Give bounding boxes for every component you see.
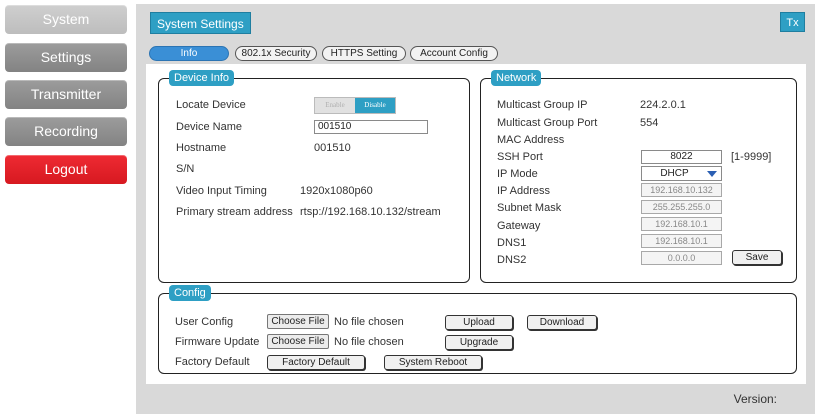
tab-account-config[interactable]: Account Config (410, 46, 498, 61)
nav-settings-button[interactable]: Settings (5, 43, 127, 72)
gateway-input[interactable]: 192.168.10.1 (641, 217, 722, 231)
dns2-label: DNS2 (497, 254, 527, 266)
ip-mode-select[interactable]: DHCP (641, 166, 722, 181)
tab-https-setting[interactable]: HTTPS Setting (322, 46, 406, 61)
firmware-choose-file-button[interactable]: Choose File (267, 334, 329, 349)
mac-address-label: MAC Address (497, 134, 565, 146)
ssh-port-range: [1-9999] (731, 151, 772, 163)
multicast-port-value: 554 (640, 117, 659, 129)
subnet-mask-input[interactable]: 255.255.255.0 (641, 200, 722, 214)
stream-address-value: rtsp://192.168.10.132/stream (300, 206, 441, 218)
factory-default-label: Factory Default (175, 356, 250, 368)
sn-label: S/N (176, 163, 195, 175)
locate-device-toggle[interactable]: Enable Disable (314, 97, 396, 114)
locate-disable-option[interactable]: Disable (355, 98, 395, 113)
ip-mode-label: IP Mode (497, 168, 538, 180)
dns1-label: DNS1 (497, 237, 527, 249)
ip-address-input[interactable]: 192.168.10.132 (641, 183, 722, 197)
video-timing-label: Video Input Timing (176, 185, 267, 197)
nav-system-button[interactable]: System (5, 5, 127, 34)
logout-button[interactable]: Logout (5, 155, 127, 184)
multicast-port-label: Multicast Group Port (497, 117, 598, 129)
tab-info[interactable]: Info (149, 46, 229, 61)
chevron-down-icon (707, 171, 717, 177)
user-config-choose-file-button[interactable]: Choose File (267, 314, 329, 329)
ip-mode-value: DHCP (660, 168, 689, 179)
content-area: Device Info Locate Device Enable Disable… (146, 64, 806, 384)
ssh-port-label: SSH Port (497, 151, 543, 163)
device-info-legend: Device Info (169, 70, 235, 86)
nav-transmitter-button[interactable]: Transmitter (5, 80, 127, 109)
config-section: Config User Config Choose File No file c… (158, 285, 797, 374)
network-section: Network Multicast Group IP 224.2.0.1 Mul… (480, 70, 797, 283)
video-timing-value: 1920x1080p60 (300, 185, 373, 197)
subnet-mask-label: Subnet Mask (497, 202, 562, 214)
user-config-label: User Config (175, 316, 234, 328)
main-panel: System Settings Tx Info 802.1x Security … (136, 4, 815, 414)
nav-recording-button[interactable]: Recording (5, 117, 127, 146)
factory-default-button[interactable]: Factory Default (267, 355, 365, 370)
network-legend: Network (491, 70, 542, 86)
save-button[interactable]: Save (732, 250, 782, 265)
config-legend: Config (169, 285, 211, 301)
ssh-port-input[interactable]: 8022 (641, 150, 722, 164)
version-label: Version: (733, 392, 777, 406)
upgrade-button[interactable]: Upgrade (445, 335, 513, 350)
dns1-input[interactable]: 192.168.10.1 (641, 234, 722, 248)
firmware-file-status: No file chosen (334, 336, 404, 348)
user-config-file-status: No file chosen (334, 316, 404, 328)
gateway-label: Gateway (497, 220, 541, 232)
stream-address-label: Primary stream address (176, 206, 293, 218)
hostname-label: Hostname (176, 142, 227, 154)
system-reboot-button[interactable]: System Reboot (384, 355, 482, 370)
locate-device-label: Locate Device (176, 99, 246, 111)
multicast-ip-label: Multicast Group IP (497, 99, 588, 111)
hostname-value: 001510 (314, 142, 351, 154)
page-title: System Settings (150, 12, 251, 34)
dns2-input[interactable]: 0.0.0.0 (641, 251, 722, 265)
ip-address-label: IP Address (497, 185, 550, 197)
download-button[interactable]: Download (527, 315, 597, 330)
device-name-label: Device Name (176, 121, 243, 133)
locate-enable-option[interactable]: Enable (315, 98, 355, 113)
device-info-section: Device Info Locate Device Enable Disable… (158, 70, 470, 283)
firmware-update-label: Firmware Update (175, 336, 260, 348)
device-name-input[interactable]: 001510 (314, 120, 428, 134)
tab-8021x-security[interactable]: 802.1x Security (235, 46, 317, 61)
multicast-ip-value: 224.2.0.1 (640, 99, 686, 111)
upload-button[interactable]: Upload (445, 315, 513, 330)
tx-badge: Tx (780, 12, 805, 32)
